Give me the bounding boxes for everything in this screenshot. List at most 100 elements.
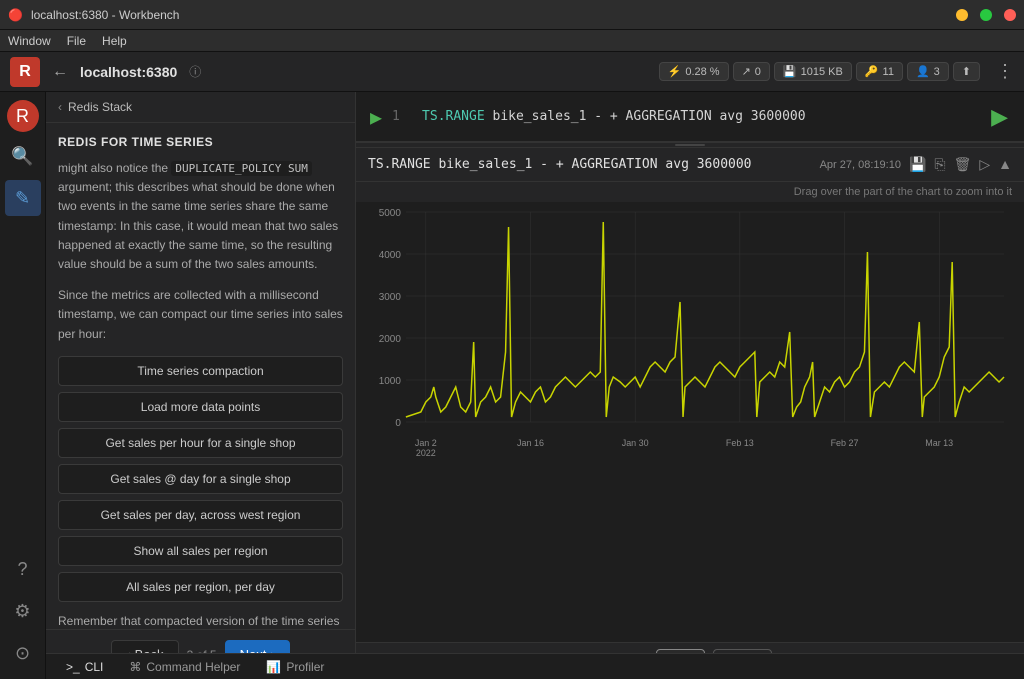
memory-value: 1015 KB (801, 66, 843, 78)
info-icon[interactable]: ⓘ (189, 63, 201, 80)
query-editor: ▶ 1 TS.RANGE bike_sales_1 - + AGGREGATIO… (356, 92, 1024, 142)
svg-text:Mar 13: Mar 13 (925, 438, 953, 448)
chart-header: TS.RANGE bike_sales_1 - + AGGREGATION av… (356, 148, 1024, 182)
sidebar-bottom: ? ⚙ ⊙ (5, 551, 41, 679)
svg-text:5000: 5000 (379, 208, 402, 219)
line-number: 1 (392, 109, 412, 124)
sidebar-settings-icon[interactable]: ⚙ (5, 593, 41, 629)
sidebar-search-icon[interactable]: 🔍 (5, 138, 41, 174)
sidebar-brand-icon[interactable]: R (7, 100, 39, 132)
icon-sidebar: R 🔍 ✎ ? ⚙ ⊙ (0, 92, 46, 679)
chart-svg[interactable]: 5000 4000 3000 2000 1000 0 Jan 2 2022 Ja… (366, 202, 1014, 462)
memory-icon: 💾 (783, 65, 797, 78)
connections-value: 3 (934, 66, 940, 78)
export-stat[interactable]: ⬆ (953, 62, 980, 81)
command-helper-icon: ⌘ (129, 660, 141, 674)
host-label[interactable]: localhost:6380 (80, 64, 177, 80)
svg-text:2022: 2022 (416, 448, 436, 458)
menu-file[interactable]: File (67, 34, 86, 48)
bottom-bar: >_ CLI ⌘ Command Helper 📊 Profiler (46, 653, 1024, 679)
collapse-chart-icon[interactable]: ▲ (998, 156, 1012, 173)
back-button[interactable]: ← (52, 63, 68, 81)
panel-header: ‹ Redis Stack (46, 92, 355, 123)
keys-icon: 🔑 (865, 65, 879, 78)
toolbar-more-btn[interactable]: ⋮ (996, 61, 1014, 82)
query-text: TS.RANGE bike_sales_1 - + AGGREGATION av… (422, 109, 977, 124)
panel-footer-text: Remember that compacted version of the t… (58, 612, 343, 629)
stats-group: ⚡ 0.28 % ↗ 0 💾 1015 KB 🔑 11 👤 3 ⬆ (659, 62, 980, 81)
panel-breadcrumb[interactable]: Redis Stack (68, 100, 132, 114)
chart-timestamp: Apr 27, 08:19:10 (820, 159, 901, 171)
cli-label: CLI (85, 660, 104, 674)
command-helper-label: Command Helper (146, 660, 240, 674)
btn-get-sales-hour[interactable]: Get sales per hour for a single shop (58, 428, 343, 458)
memory-stat: 💾 1015 KB (774, 62, 852, 81)
cli-icon: >_ (66, 660, 80, 674)
cpu-stat: ⚡ 0.28 % (659, 62, 729, 81)
query-command: TS.RANGE (422, 109, 485, 124)
window-controls (956, 9, 1016, 21)
left-panel: ‹ Redis Stack REDIS FOR TIME SERIES migh… (46, 92, 356, 679)
svg-text:Jan 2: Jan 2 (415, 438, 437, 448)
profiler-label: Profiler (286, 660, 324, 674)
close-btn[interactable] (1004, 9, 1016, 21)
menubar: Window File Help (0, 30, 1024, 52)
run-indicator: ▶ (370, 105, 382, 129)
connections-icon: 👤 (916, 65, 930, 78)
menu-help[interactable]: Help (102, 34, 127, 48)
btn-all-sales-region-day[interactable]: All sales per region, per day (58, 572, 343, 602)
tab-command-helper[interactable]: ⌘ Command Helper (117, 657, 252, 677)
svg-text:0: 0 (395, 418, 401, 429)
maximize-btn[interactable] (980, 9, 992, 21)
menu-window[interactable]: Window (8, 34, 51, 48)
svg-text:2000: 2000 (379, 334, 402, 345)
titlebar: 🔴 localhost:6380 - Workbench (0, 0, 1024, 30)
btn-load-more-data[interactable]: Load more data points (58, 392, 343, 422)
network-stat: ↗ 0 (733, 62, 770, 81)
svg-text:1000: 1000 (379, 376, 402, 387)
svg-text:4000: 4000 (379, 250, 402, 261)
toolbar: R ← localhost:6380 ⓘ ⚡ 0.28 % ↗ 0 💾 1015… (0, 52, 1024, 92)
chart-container: TS.RANGE bike_sales_1 - + AGGREGATION av… (356, 148, 1024, 679)
keys-stat: 🔑 11 (856, 62, 903, 81)
chart-hint: Drag over the part of the chart to zoom … (356, 182, 1024, 202)
network-icon: ↗ (742, 65, 751, 78)
btn-show-all-sales-region[interactable]: Show all sales per region (58, 536, 343, 566)
window-title: localhost:6380 - Workbench (31, 8, 180, 22)
chart-actions: 💾 ⎘ 🗑 ▷ ▲ (909, 156, 1012, 173)
btn-time-series-compaction[interactable]: Time series compaction (58, 356, 343, 386)
chart-body: 5000 4000 3000 2000 1000 0 Jan 2 2022 Ja… (356, 202, 1024, 642)
app-icon: 🔴 (8, 8, 23, 22)
execute-button[interactable]: ▶ (987, 104, 1012, 130)
play-chart-icon[interactable]: ▷ (979, 156, 990, 173)
cpu-icon: ⚡ (668, 65, 682, 78)
cpu-value: 0.28 % (685, 66, 719, 78)
svg-text:Feb 13: Feb 13 (726, 438, 754, 448)
svg-text:Feb 27: Feb 27 (831, 438, 859, 448)
sidebar-github-icon[interactable]: ⊙ (5, 635, 41, 671)
save-chart-icon[interactable]: 💾 (909, 156, 926, 173)
minimize-btn[interactable] (956, 9, 968, 21)
brand-logo: R (10, 57, 40, 87)
panel-back-icon[interactable]: ‹ (58, 100, 62, 114)
tab-cli[interactable]: >_ CLI (54, 657, 115, 677)
tab-profiler[interactable]: 📊 Profiler (254, 657, 336, 677)
section-title: REDIS FOR TIME SERIES (58, 135, 343, 149)
btn-get-sales-day[interactable]: Get sales @ day for a single shop (58, 464, 343, 494)
keys-value: 11 (883, 66, 894, 78)
panel-description-1: might also notice the DUPLICATE_POLICY S… (58, 159, 343, 274)
svg-text:Jan 16: Jan 16 (517, 438, 544, 448)
sidebar-workbench-icon[interactable]: ✎ (5, 180, 41, 216)
btn-get-sales-day-west[interactable]: Get sales per day, across west region (58, 500, 343, 530)
panel-description-2: Since the metrics are collected with a m… (58, 286, 343, 344)
sidebar-help-icon[interactable]: ? (5, 551, 41, 587)
connections-stat: 👤 3 (907, 62, 949, 81)
divider-handle (675, 144, 705, 146)
delete-chart-icon[interactable]: 🗑 (954, 156, 972, 173)
svg-text:Jan 30: Jan 30 (622, 438, 649, 448)
right-panel: ▶ 1 TS.RANGE bike_sales_1 - + AGGREGATIO… (356, 92, 1024, 679)
panel-content: REDIS FOR TIME SERIES might also notice … (46, 123, 355, 629)
svg-text:3000: 3000 (379, 292, 402, 303)
copy-chart-icon[interactable]: ⎘ (934, 156, 945, 173)
network-value: 0 (755, 66, 761, 78)
